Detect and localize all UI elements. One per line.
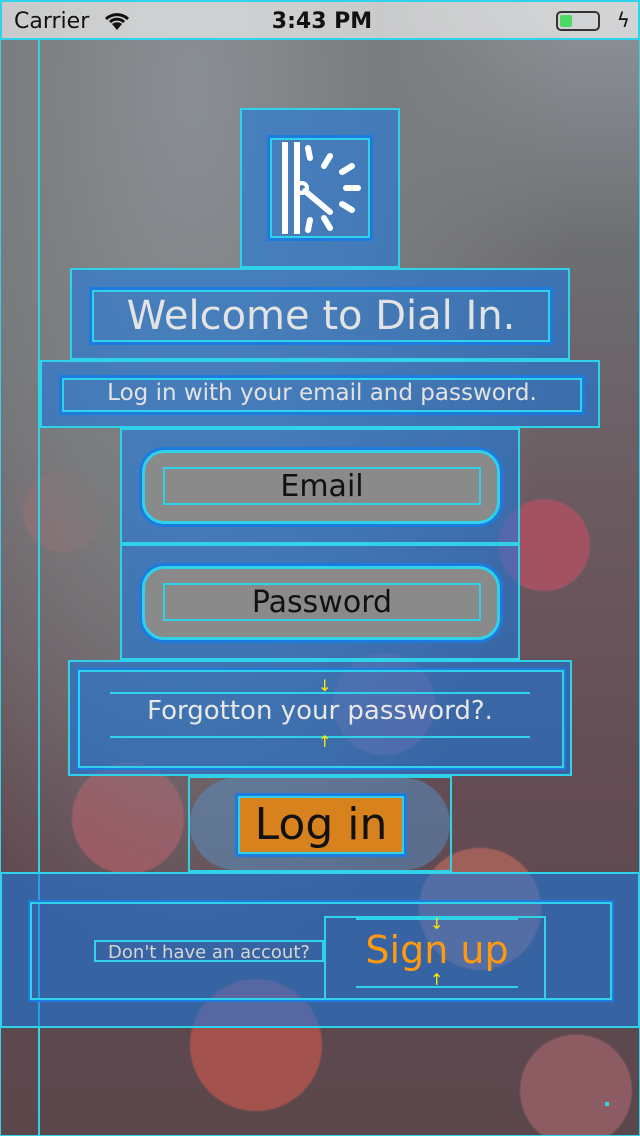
screen-outline <box>0 0 640 1136</box>
corner-marker <box>605 1102 609 1106</box>
